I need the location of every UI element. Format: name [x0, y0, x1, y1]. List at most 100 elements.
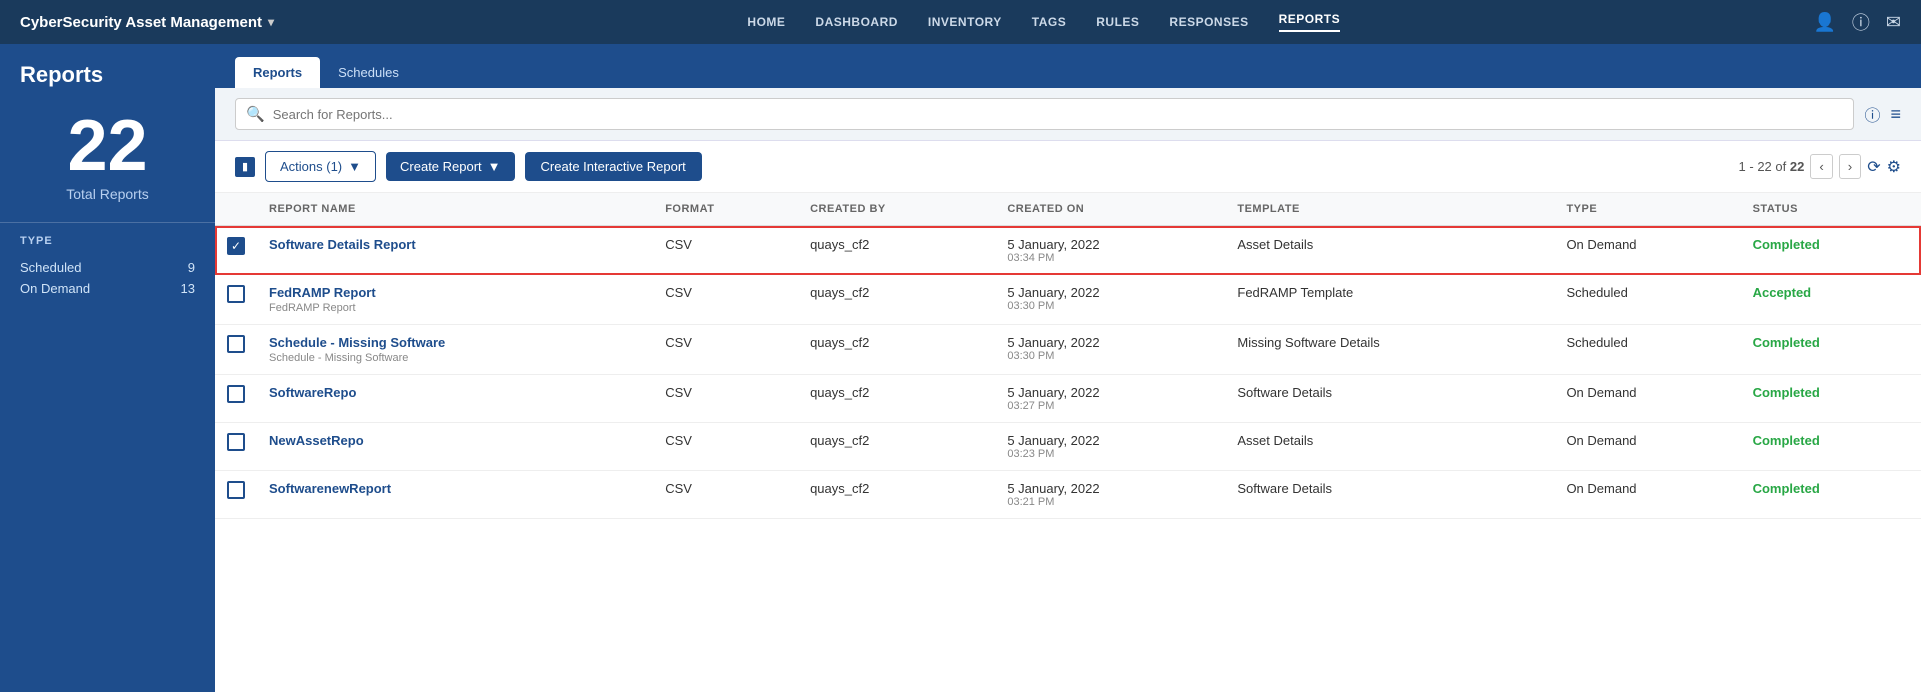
report-format: CSV [653, 226, 798, 275]
row-checkbox[interactable]: ✓ [227, 237, 245, 255]
nav-icons: 👤 ⓘ ✉ [1813, 9, 1901, 35]
report-created-by: quays_cf2 [798, 423, 995, 471]
report-created-by: quays_cf2 [798, 471, 995, 519]
report-name-link[interactable]: Software Details Report [269, 237, 416, 252]
nav-links: HOME DASHBOARD INVENTORY TAGS RULES RESPONSES… [747, 12, 1340, 32]
table-row[interactable]: Schedule - Missing Software Schedule - M… [215, 325, 1921, 375]
help-circle-icon[interactable]: ⓘ [1864, 102, 1880, 126]
nav-item-dashboard[interactable]: DASHBOARD [815, 15, 898, 29]
search-toolbar: 🔍 ⓘ ≡ [215, 88, 1921, 141]
actions-bar: ▮ Actions (1) ▼ Create Report ▼ Create I… [215, 141, 1921, 193]
help-icon[interactable]: ⓘ [1852, 9, 1870, 35]
table-settings-icon[interactable]: ⚙ [1887, 157, 1901, 177]
report-name-link[interactable]: Schedule - Missing Software [269, 335, 445, 350]
create-interactive-label: Create Interactive Report [541, 159, 686, 174]
report-status: Completed [1753, 237, 1820, 252]
user-icon[interactable]: 👤 [1813, 12, 1835, 33]
report-name-link[interactable]: FedRAMP Report [269, 285, 376, 300]
sidebar-filter-row[interactable]: On Demand 13 [20, 278, 195, 299]
report-status: Completed [1753, 433, 1820, 448]
report-created-time: 03:30 PM [1007, 300, 1213, 312]
actions-label: Actions (1) [280, 159, 342, 174]
report-created-date: 5 January, 2022 [1007, 237, 1213, 252]
report-format: CSV [653, 423, 798, 471]
create-report-dropdown-icon: ▼ [488, 159, 501, 174]
nav-item-reports[interactable]: REPORTS [1279, 12, 1341, 32]
report-format: CSV [653, 471, 798, 519]
reports-table: REPORT NAMEFORMATCREATED BYCREATED ONTEM… [215, 193, 1921, 519]
sidebar-filter-row[interactable]: Scheduled 9 [20, 257, 195, 278]
nav-item-inventory[interactable]: INVENTORY [928, 15, 1002, 29]
report-type: On Demand [1554, 375, 1740, 423]
search-box[interactable]: 🔍 [235, 98, 1854, 130]
menu-icon[interactable]: ≡ [1890, 104, 1901, 125]
create-interactive-report-button[interactable]: Create Interactive Report [525, 152, 702, 181]
report-name-link[interactable]: SoftwareRepo [269, 385, 356, 400]
app-dropdown-icon[interactable]: ▾ [268, 15, 274, 29]
search-icon: 🔍 [246, 105, 265, 123]
top-nav: CyberSecurity Asset Management ▾ HOME DAS… [0, 0, 1921, 44]
pagination-range: 1 - 22 of 22 [1739, 159, 1805, 174]
nav-item-responses[interactable]: RESPONSES [1169, 15, 1248, 29]
col-header-template: TEMPLATE [1225, 193, 1554, 226]
sidebar: Reports 22 Total Reports TYPE Scheduled … [0, 44, 215, 692]
sidebar-title: Reports [0, 44, 215, 100]
col-header-format: FORMAT [653, 193, 798, 226]
tab-schedules[interactable]: Schedules [320, 57, 417, 88]
report-status: Completed [1753, 335, 1820, 350]
mail-icon[interactable]: ✉ [1886, 12, 1901, 33]
refresh-icon[interactable]: ⟳ [1867, 157, 1880, 177]
report-created-by: quays_cf2 [798, 275, 995, 325]
actions-button[interactable]: Actions (1) ▼ [265, 151, 376, 182]
report-name-link[interactable]: SoftwarenewReport [269, 481, 391, 496]
report-format: CSV [653, 375, 798, 423]
table-row[interactable]: NewAssetRepo CSVquays_cf2 5 January, 202… [215, 423, 1921, 471]
report-type: Scheduled [1554, 275, 1740, 325]
app-title: CyberSecurity Asset Management [20, 14, 262, 31]
report-sub: FedRAMP Report [269, 302, 641, 314]
next-page-button[interactable]: › [1839, 154, 1861, 179]
table-row[interactable]: SoftwarenewReport CSVquays_cf2 5 January… [215, 471, 1921, 519]
table-header: REPORT NAMEFORMATCREATED BYCREATED ONTEM… [215, 193, 1921, 226]
table-row[interactable]: ✓ Software Details Report CSVquays_cf2 5… [215, 226, 1921, 275]
pagination: 1 - 22 of 22 ‹ › ⟳ ⚙ [1739, 154, 1901, 179]
report-created-date: 5 January, 2022 [1007, 285, 1213, 300]
filter-title: TYPE [20, 235, 195, 247]
report-name-link[interactable]: NewAssetRepo [269, 433, 364, 448]
row-checkbox[interactable] [227, 335, 245, 353]
col-header-report-name: REPORT NAME [257, 193, 653, 226]
total-label: Total Reports [20, 186, 195, 202]
main-layout: Reports 22 Total Reports TYPE Scheduled … [0, 44, 1921, 692]
search-input[interactable] [273, 107, 1844, 122]
app-title-area[interactable]: CyberSecurity Asset Management ▾ [20, 14, 274, 31]
filter-name: On Demand [20, 281, 90, 296]
report-type: Scheduled [1554, 325, 1740, 375]
table-row[interactable]: SoftwareRepo CSVquays_cf2 5 January, 202… [215, 375, 1921, 423]
nav-item-home[interactable]: HOME [747, 15, 785, 29]
table-row[interactable]: FedRAMP Report FedRAMP Report CSVquays_c… [215, 275, 1921, 325]
report-type: On Demand [1554, 471, 1740, 519]
nav-item-rules[interactable]: RULES [1096, 15, 1139, 29]
report-template: Software Details [1225, 471, 1554, 519]
report-created-time: 03:30 PM [1007, 350, 1213, 362]
report-created-by: quays_cf2 [798, 226, 995, 275]
nav-item-tags[interactable]: TAGS [1032, 15, 1066, 29]
create-report-label: Create Report [400, 159, 482, 174]
report-created-by: quays_cf2 [798, 325, 995, 375]
select-all-checkbox[interactable]: ▮ [235, 157, 255, 177]
filter-count: 13 [181, 281, 195, 296]
report-created-time: 03:27 PM [1007, 400, 1213, 412]
report-created-by: quays_cf2 [798, 375, 995, 423]
row-checkbox[interactable] [227, 285, 245, 303]
row-checkbox[interactable] [227, 385, 245, 403]
col-header-status: STATUS [1741, 193, 1921, 226]
row-checkbox[interactable] [227, 481, 245, 499]
prev-page-button[interactable]: ‹ [1810, 154, 1832, 179]
sidebar-filter: TYPE Scheduled 9 On Demand 13 [0, 222, 215, 311]
create-report-button[interactable]: Create Report ▼ [386, 152, 515, 181]
tab-reports[interactable]: Reports [235, 57, 320, 88]
report-created-date: 5 January, 2022 [1007, 433, 1213, 448]
report-created-time: 03:21 PM [1007, 496, 1213, 508]
row-checkbox[interactable] [227, 433, 245, 451]
sidebar-stats: 22 Total Reports [0, 100, 215, 222]
